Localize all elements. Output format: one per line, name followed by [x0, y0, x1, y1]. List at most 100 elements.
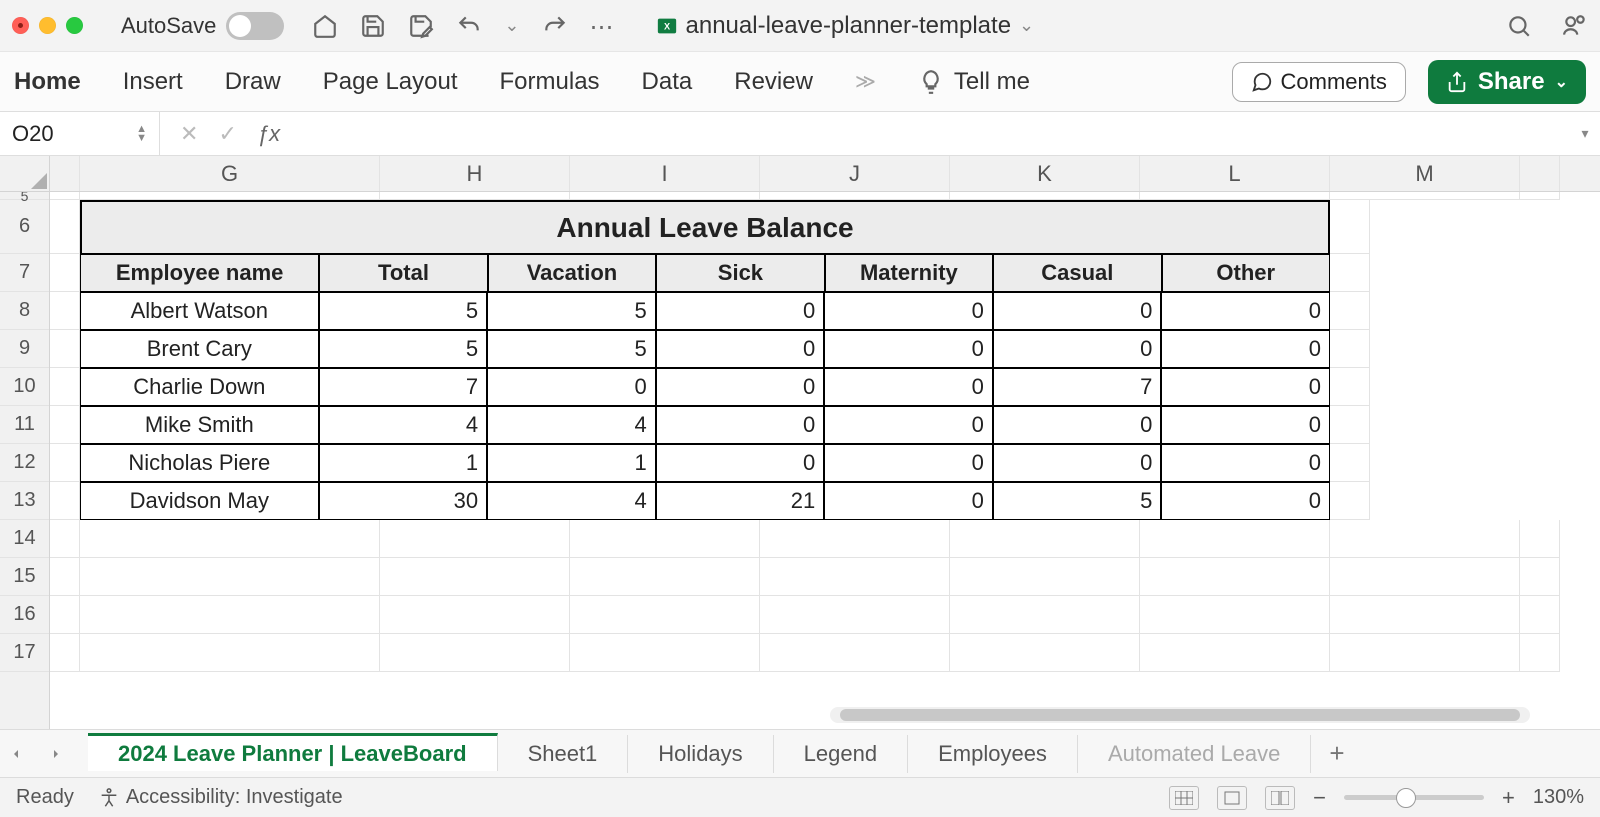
- cell-maternity[interactable]: 0: [824, 292, 993, 330]
- ribbon-tab-home[interactable]: Home: [14, 68, 81, 96]
- view-normal-button[interactable]: [1169, 786, 1199, 810]
- search-icon[interactable]: [1506, 13, 1532, 39]
- select-all-corner[interactable]: [0, 156, 49, 192]
- cell-sick[interactable]: 0: [656, 406, 825, 444]
- ribbon-overflow-icon[interactable]: ≫: [855, 69, 876, 94]
- row-header-13[interactable]: 13: [0, 482, 49, 520]
- home-icon[interactable]: [312, 13, 338, 39]
- redo-icon[interactable]: [542, 13, 568, 39]
- cell-casual[interactable]: 0: [993, 406, 1162, 444]
- cell-other[interactable]: 0: [1161, 406, 1330, 444]
- row-header-9[interactable]: 9: [0, 330, 49, 368]
- cell-casual[interactable]: 7: [993, 368, 1162, 406]
- col-header-h[interactable]: H: [380, 156, 570, 191]
- row-header-10[interactable]: 10: [0, 368, 49, 406]
- accessibility-status[interactable]: Accessibility: Investigate: [98, 786, 343, 809]
- header-maternity[interactable]: Maternity: [825, 254, 993, 292]
- zoom-slider[interactable]: [1344, 795, 1484, 800]
- cell-casual[interactable]: 5: [993, 482, 1162, 520]
- row-header-7[interactable]: 7: [0, 254, 49, 292]
- row-header-15[interactable]: 15: [0, 558, 49, 596]
- table-title-cell[interactable]: Annual Leave Balance: [80, 200, 1330, 254]
- cell-maternity[interactable]: 0: [824, 330, 993, 368]
- cell-other[interactable]: 0: [1161, 330, 1330, 368]
- row-header-8[interactable]: 8: [0, 292, 49, 330]
- cell-sick[interactable]: 0: [656, 330, 825, 368]
- sheet-tab-employees[interactable]: Employees: [908, 735, 1078, 773]
- header-sick[interactable]: Sick: [656, 254, 824, 292]
- tab-nav-next[interactable]: [48, 746, 88, 762]
- cell-casual[interactable]: 0: [993, 444, 1162, 482]
- row-header-5[interactable]: 5: [0, 192, 49, 200]
- cell-sick[interactable]: 0: [656, 444, 825, 482]
- ribbon-tab-page-layout[interactable]: Page Layout: [323, 68, 458, 96]
- name-box[interactable]: O20 ▲▼: [0, 112, 160, 155]
- sheet-tab-legend[interactable]: Legend: [774, 735, 908, 773]
- cell-total[interactable]: 7: [319, 368, 488, 406]
- cell-sick[interactable]: 0: [656, 368, 825, 406]
- header-total[interactable]: Total: [319, 254, 487, 292]
- maximize-window-button[interactable]: [66, 17, 83, 34]
- cell-other[interactable]: 0: [1161, 444, 1330, 482]
- cell-vacation[interactable]: 1: [487, 444, 656, 482]
- accept-formula-icon[interactable]: ✓: [218, 121, 236, 147]
- comments-button[interactable]: Comments: [1232, 62, 1406, 102]
- cell-vacation[interactable]: 5: [487, 292, 656, 330]
- ribbon-tab-review[interactable]: Review: [734, 68, 813, 96]
- undo-dropdown-icon[interactable]: ⌄: [504, 15, 519, 36]
- sheet-tab-automated[interactable]: Automated Leave: [1078, 735, 1311, 773]
- row-header-12[interactable]: 12: [0, 444, 49, 482]
- cell-employee-name[interactable]: Charlie Down: [80, 368, 319, 406]
- horizontal-scrollbar[interactable]: [830, 707, 1530, 723]
- cell-employee-name[interactable]: Albert Watson: [80, 292, 319, 330]
- document-dropdown-icon[interactable]: ⌄: [1019, 15, 1034, 36]
- view-page-layout-button[interactable]: [1217, 786, 1247, 810]
- cell-casual[interactable]: 0: [993, 292, 1162, 330]
- cell-employee-name[interactable]: Davidson May: [80, 482, 319, 520]
- cell-other[interactable]: 0: [1161, 482, 1330, 520]
- minimize-window-button[interactable]: [39, 17, 56, 34]
- cell-maternity[interactable]: 0: [824, 368, 993, 406]
- cell-total[interactable]: 30: [319, 482, 488, 520]
- row-header-14[interactable]: 14: [0, 520, 49, 558]
- col-header-m[interactable]: M: [1330, 156, 1520, 191]
- add-sheet-button[interactable]: +: [1311, 738, 1362, 769]
- cell-sick[interactable]: 0: [656, 292, 825, 330]
- formula-input[interactable]: [300, 112, 1570, 155]
- row-header-17[interactable]: 17: [0, 634, 49, 672]
- cell-employee-name[interactable]: Mike Smith: [80, 406, 319, 444]
- header-vacation[interactable]: Vacation: [488, 254, 656, 292]
- cell-employee-name[interactable]: Brent Cary: [80, 330, 319, 368]
- cell-total[interactable]: 5: [319, 330, 488, 368]
- tell-me-control[interactable]: Tell me: [918, 68, 1030, 96]
- save-edit-icon[interactable]: [408, 13, 434, 39]
- header-employee-name[interactable]: Employee name: [80, 254, 319, 292]
- cell-total[interactable]: 4: [319, 406, 488, 444]
- cell-vacation[interactable]: 4: [487, 406, 656, 444]
- cell-vacation[interactable]: 4: [487, 482, 656, 520]
- cell-sick[interactable]: 21: [656, 482, 825, 520]
- coauthor-icon[interactable]: [1562, 13, 1588, 39]
- col-header-l[interactable]: L: [1140, 156, 1330, 191]
- tab-nav-prev[interactable]: [8, 746, 48, 762]
- ribbon-tab-insert[interactable]: Insert: [123, 68, 183, 96]
- row-header-16[interactable]: 16: [0, 596, 49, 634]
- fx-icon[interactable]: ƒx: [257, 121, 280, 147]
- ribbon-tab-formulas[interactable]: Formulas: [500, 68, 600, 96]
- ribbon-tab-data[interactable]: Data: [642, 68, 693, 96]
- share-button[interactable]: Share ⌄: [1428, 60, 1586, 104]
- row-header-6[interactable]: 6: [0, 200, 49, 254]
- header-other[interactable]: Other: [1162, 254, 1330, 292]
- document-title[interactable]: X annual-leave-planner-template ⌄: [656, 12, 1035, 40]
- cell-total[interactable]: 1: [319, 444, 488, 482]
- view-page-break-button[interactable]: [1265, 786, 1295, 810]
- zoom-level[interactable]: 130%: [1533, 786, 1584, 809]
- col-header-g[interactable]: G: [80, 156, 380, 191]
- cancel-formula-icon[interactable]: ✕: [180, 121, 198, 147]
- more-icon[interactable]: ⋯: [590, 13, 616, 39]
- row-header-11[interactable]: 11: [0, 406, 49, 444]
- col-header-j[interactable]: J: [760, 156, 950, 191]
- autosave-control[interactable]: AutoSave: [121, 12, 284, 40]
- zoom-in-button[interactable]: +: [1502, 785, 1515, 811]
- cell-maternity[interactable]: 0: [824, 482, 993, 520]
